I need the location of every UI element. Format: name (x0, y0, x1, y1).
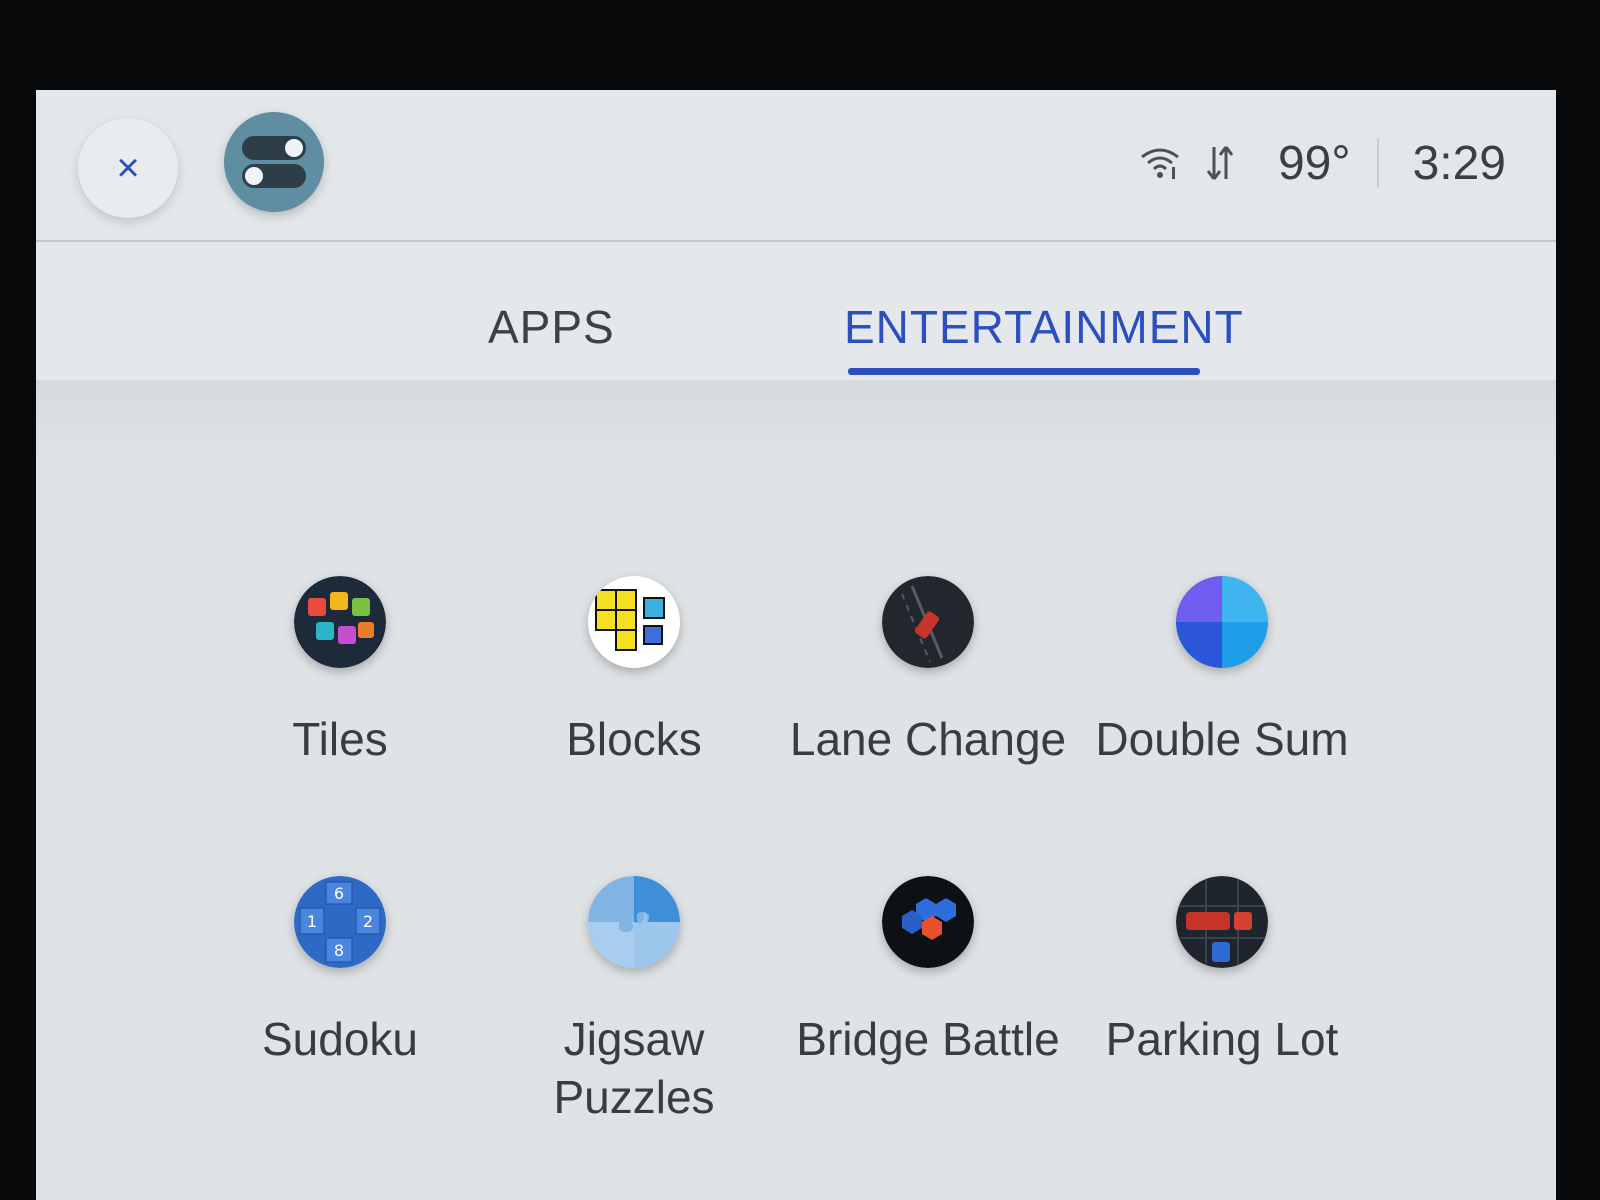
toggle-icon (242, 136, 306, 188)
app-label: Double Sum (1095, 713, 1349, 765)
app-label: Bridge Battle (796, 1013, 1060, 1065)
app-label: Parking Lot (1105, 1013, 1339, 1065)
svg-text:2: 2 (363, 912, 373, 931)
parking-lot-icon (1176, 876, 1268, 968)
app-grid: Tiles Blocks Lane Change Double Sum 6 1 … (36, 380, 1556, 1200)
app-sudoku[interactable]: 6 1 2 8 Sudoku (190, 876, 490, 1068)
app-bridge-battle[interactable]: Bridge Battle (778, 876, 1078, 1068)
app-tiles[interactable]: Tiles (190, 576, 490, 768)
app-blocks[interactable]: Blocks (484, 576, 784, 768)
app-parking-lot[interactable]: Parking Lot (1072, 876, 1372, 1068)
close-icon: × (116, 145, 140, 190)
double-sum-icon (1176, 576, 1268, 668)
app-double-sum[interactable]: Double Sum (1072, 576, 1372, 768)
data-transfer-icon (1206, 146, 1234, 180)
clock-time: 3:29 (1412, 136, 1506, 190)
app-label: Sudoku (261, 1013, 418, 1065)
blocks-icon (588, 576, 680, 668)
sudoku-icon: 6 1 2 8 (294, 876, 386, 968)
app-jigsaw-puzzles[interactable]: Jigsaw Puzzles (484, 876, 784, 1126)
app-label: Lane Change (789, 713, 1067, 765)
active-tab-indicator (848, 368, 1200, 375)
status-divider (1376, 138, 1379, 188)
temperature: 99° (1277, 136, 1351, 190)
svg-text:8: 8 (334, 941, 344, 960)
app-label: Blocks (566, 713, 702, 765)
wifi-icon (1141, 148, 1179, 179)
infotainment-screen: × 99° 3:29 APPS ENTERTAINMENT Tiles Bloc… (36, 90, 1556, 1200)
top-bar: × 99° 3:29 (36, 90, 1556, 242)
app-label: Tiles (292, 713, 388, 765)
tab-apps[interactable]: APPS (488, 300, 615, 354)
controls-toggle-button[interactable] (224, 112, 324, 212)
svg-text:1: 1 (307, 912, 317, 931)
tab-entertainment[interactable]: ENTERTAINMENT (844, 300, 1244, 354)
tiles-icon (294, 576, 386, 668)
jigsaw-icon (588, 876, 680, 968)
app-label: Jigsaw Puzzles (553, 1013, 715, 1123)
status-area: 99° 3:29 (1138, 128, 1506, 198)
bridge-battle-icon (882, 876, 974, 968)
tab-bar: APPS ENTERTAINMENT (36, 242, 1556, 380)
lane-change-icon (882, 576, 974, 668)
app-lane-change[interactable]: Lane Change (778, 576, 1078, 768)
svg-text:6: 6 (334, 884, 344, 903)
close-button[interactable]: × (78, 118, 178, 218)
